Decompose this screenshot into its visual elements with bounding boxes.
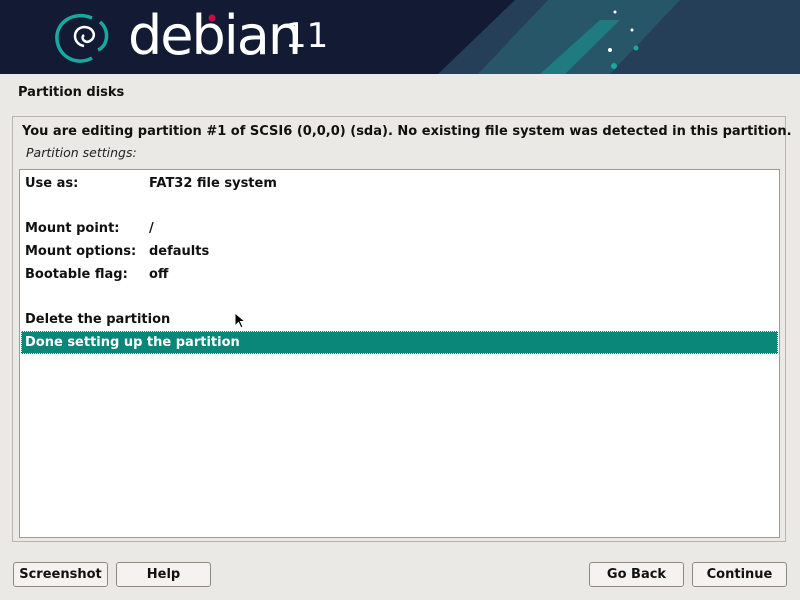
screenshot-button[interactable]: Screenshot: [13, 562, 108, 587]
help-button[interactable]: Help: [116, 562, 211, 587]
option-value: off: [149, 267, 169, 282]
option-label: Mount point:: [25, 221, 120, 236]
option-label: Bootable flag:: [25, 267, 128, 282]
option-label: Mount options:: [25, 244, 137, 259]
option-mount-point[interactable]: Mount point: /: [21, 217, 778, 240]
option-label: Use as:: [25, 176, 79, 191]
banner-dot: [611, 63, 617, 69]
page-title: Partition disks: [18, 85, 125, 100]
option-done-setting-up[interactable]: Done setting up the partition: [21, 331, 778, 354]
banner-dot: [633, 45, 639, 51]
banner-distribution-name: debian: [128, 4, 302, 67]
banner-dot: [613, 10, 617, 14]
debian-banner: debian 11: [0, 0, 800, 74]
option-value: defaults: [149, 244, 210, 259]
go-back-button[interactable]: Go Back: [589, 562, 684, 587]
option-bootable-flag[interactable]: Bootable flag: off: [21, 263, 778, 286]
banner-dot: [608, 48, 612, 52]
option-value: FAT32 file system: [149, 176, 277, 191]
banner-dot: [630, 28, 634, 32]
option-value: /: [149, 221, 154, 236]
partition-description: You are editing partition #1 of SCSI6 (0…: [22, 124, 792, 139]
banner-version-number: 11: [285, 16, 329, 56]
option-mount-options[interactable]: Mount options: defaults: [21, 240, 778, 263]
option-delete-partition[interactable]: Delete the partition: [21, 308, 778, 331]
partition-settings-label: Partition settings:: [26, 145, 137, 160]
option-use-as[interactable]: Use as: FAT32 file system: [21, 172, 778, 195]
banner-graphics: [55, 0, 800, 74]
option-label: Delete the partition: [25, 312, 171, 327]
continue-button[interactable]: Continue: [692, 562, 787, 587]
mouse-pointer-icon: [234, 312, 246, 329]
option-label: Done setting up the partition: [25, 335, 240, 350]
partition-settings-list[interactable]: Use as: FAT32 file system Mount point: / M…: [19, 169, 780, 538]
